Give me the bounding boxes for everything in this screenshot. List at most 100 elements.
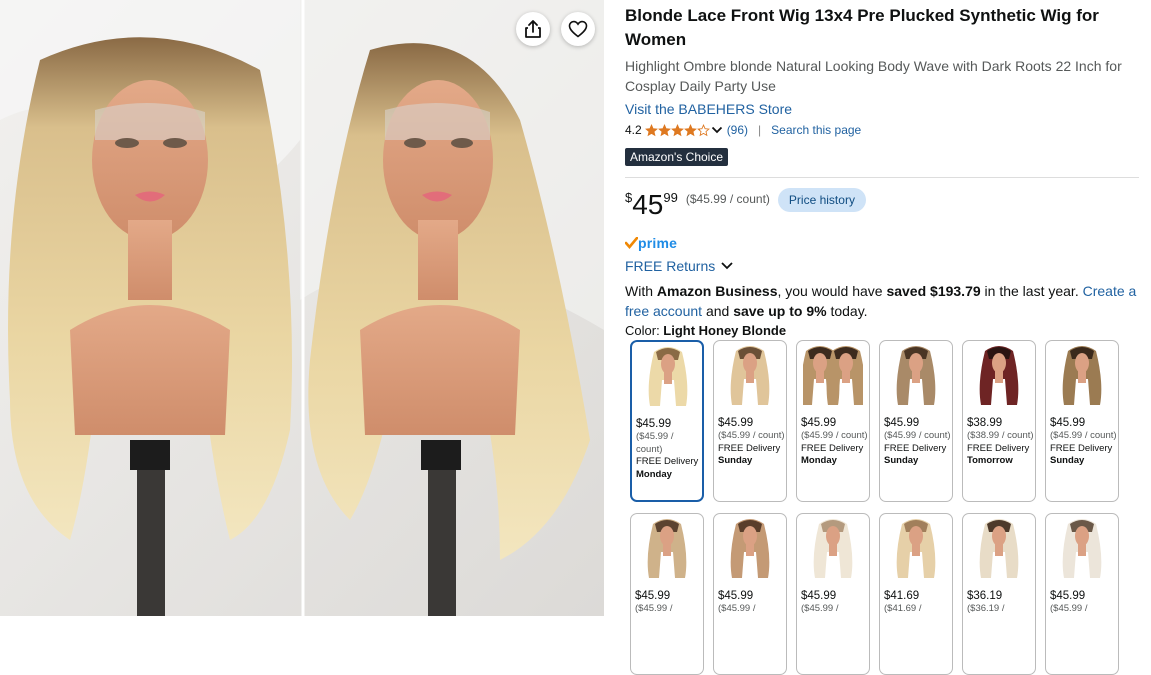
swatch-text: $45.99 ($45.99 /: [631, 584, 703, 616]
swatch-text: $45.99 ($45.99 /: [714, 584, 786, 616]
swatch-text: $45.99 ($45.99 /: [797, 584, 869, 616]
product-details: Blonde Lace Front Wig 13x4 Pre Plucked S…: [625, 4, 1141, 341]
separator: |: [758, 123, 762, 137]
swatch-unit-price: ($45.99 /: [635, 603, 673, 614]
swatch-price: $45.99: [635, 590, 671, 602]
star-icon: [644, 123, 658, 136]
price-block: $ 45 99 ($45.99 / count) Price history: [625, 188, 1141, 220]
selected-color: Light Honey Blonde: [663, 323, 787, 338]
biz-text: With: [625, 283, 657, 299]
swatch-delivery-day: Sunday: [884, 455, 919, 466]
swatch-price: $45.99: [718, 590, 754, 602]
swatch-image: [963, 341, 1035, 411]
swatch-price: $36.19: [967, 590, 1003, 602]
product-image[interactable]: [0, 0, 604, 616]
swatch-delivery: FREE Delivery: [967, 442, 1030, 454]
swatch-text: $45.99 ($45.99 / count) FREE Delivery Monda…: [797, 411, 869, 468]
swatch-delivery-day: Tomorrow: [967, 455, 1013, 466]
biz-saved-amount: saved $193.79: [886, 283, 981, 299]
swatch-text: $45.99 ($45.99 / count) FREE Delivery Monda…: [632, 412, 702, 481]
review-count-link[interactable]: (96): [727, 123, 748, 137]
color-swatch[interactable]: $45.99 ($45.99 / count) FREE Delivery Sunda…: [879, 340, 953, 502]
swatch-unit-price: ($45.99 / count): [636, 431, 674, 455]
price-fraction: 99: [663, 190, 678, 205]
swatch-unit-price: ($45.99 / count): [718, 430, 785, 441]
amazons-choice-badge: Amazon's Choice: [625, 148, 728, 166]
product-subtitle: Highlight Ombre blonde Natural Looking B…: [625, 58, 1122, 94]
color-swatch[interactable]: $45.99 ($45.99 /: [630, 513, 704, 675]
prime-label: prime: [638, 235, 678, 251]
search-page-link[interactable]: Search this page: [771, 123, 861, 137]
swatch-image: [880, 341, 952, 411]
star-icon: [670, 123, 684, 136]
biz-save-upto: save up to 9%: [733, 303, 827, 319]
star-icon: [657, 123, 671, 136]
price-history-button[interactable]: Price history: [777, 188, 866, 212]
swatch-price: $41.69: [884, 590, 920, 602]
swatch-text: $36.19 ($36.19 /: [963, 584, 1035, 616]
swatch-price: $45.99: [884, 417, 920, 429]
prime-badge: prime: [625, 235, 1141, 251]
color-swatch[interactable]: $45.99 ($45.99 /: [796, 513, 870, 675]
swatch-delivery: FREE Delivery: [1050, 442, 1113, 454]
color-swatch[interactable]: $45.99 ($45.99 / count) FREE Delivery Sunda…: [713, 340, 787, 502]
color-swatch[interactable]: $45.99 ($45.99 / count) FREE Delivery Monda…: [796, 340, 870, 502]
swatch-image: [1046, 514, 1118, 584]
store-link[interactable]: Visit the BABEHERS Store: [625, 100, 1141, 118]
unit-price: ($45.99 / count): [685, 192, 770, 206]
swatch-text: $38.99 ($38.99 / count) FREE Delivery Tomor…: [963, 411, 1035, 468]
swatch-price: $45.99: [1050, 590, 1086, 602]
swatch-image: [963, 514, 1035, 584]
divider: [625, 177, 1139, 178]
business-savings: With Amazon Business, you would have sav…: [625, 281, 1139, 321]
color-swatch[interactable]: $45.99 ($45.99 / count) FREE Delivery Sunda…: [1045, 340, 1119, 502]
swatch-delivery-day: Sunday: [718, 455, 753, 466]
swatch-text: $45.99 ($45.99 / count) FREE Delivery Sunda…: [880, 411, 952, 468]
star-rating[interactable]: [644, 123, 710, 137]
swatch-unit-price: ($45.99 /: [1050, 603, 1088, 614]
swatch-price: $45.99: [636, 418, 672, 430]
biz-text: today.: [826, 303, 868, 319]
star-icon: [696, 123, 710, 136]
swatch-delivery: FREE Delivery: [718, 442, 781, 454]
swatch-image: [631, 514, 703, 584]
swatch-price: $45.99: [718, 417, 754, 429]
biz-text: in the last year.: [980, 283, 1083, 299]
color-swatch[interactable]: $41.69 ($41.69 /: [879, 513, 953, 675]
biz-text: and: [702, 303, 734, 319]
chevron-down-icon[interactable]: [711, 123, 723, 137]
color-swatch[interactable]: $45.99 ($45.99 /: [1045, 513, 1119, 675]
price-currency: $: [625, 190, 633, 205]
swatch-image: [797, 341, 869, 411]
swatch-text: $45.99 ($45.99 / count) FREE Delivery Sunda…: [1046, 411, 1118, 468]
star-icon: [683, 123, 697, 136]
swatch-unit-price: ($45.99 / count): [884, 430, 951, 441]
color-swatch[interactable]: $36.19 ($36.19 /: [962, 513, 1036, 675]
biz-amazon-business: Amazon Business: [656, 283, 778, 299]
swatch-unit-price: ($45.99 /: [801, 603, 839, 614]
swatch-image: [714, 514, 786, 584]
color-selector-label: Color: Light Honey Blonde: [625, 321, 1141, 341]
color-swatch[interactable]: $38.99 ($38.99 / count) FREE Delivery Tomor…: [962, 340, 1036, 502]
color-swatch[interactable]: $45.99 ($45.99 / count) FREE Delivery Monda…: [630, 340, 704, 502]
swatch-delivery-day: Monday: [636, 468, 672, 480]
color-swatch[interactable]: $45.99 ($45.99 /: [713, 513, 787, 675]
swatch-text: $45.99 ($45.99 /: [1046, 584, 1118, 616]
swatch-unit-price: ($45.99 / count): [1050, 430, 1117, 441]
swatch-delivery: FREE Delivery: [884, 442, 947, 454]
color-label: Color:: [625, 323, 664, 338]
swatch-image: [797, 514, 869, 584]
free-returns-link[interactable]: FREE Returns: [625, 256, 1141, 276]
swatch-price: $45.99: [801, 590, 837, 602]
heart-icon[interactable]: [561, 12, 595, 46]
swatch-unit-price: ($38.99 / count): [967, 430, 1034, 441]
swatch-delivery-day: Monday: [801, 455, 837, 466]
price-whole: 45: [632, 189, 664, 220]
swatch-price: $38.99: [967, 417, 1003, 429]
swatch-unit-price: ($36.19 /: [967, 603, 1005, 614]
swatch-price: $45.99: [1050, 417, 1086, 429]
share-icon[interactable]: [516, 12, 550, 46]
swatch-image: [880, 514, 952, 584]
free-returns-label: FREE Returns: [625, 258, 716, 274]
swatch-unit-price: ($45.99 /: [718, 603, 756, 614]
